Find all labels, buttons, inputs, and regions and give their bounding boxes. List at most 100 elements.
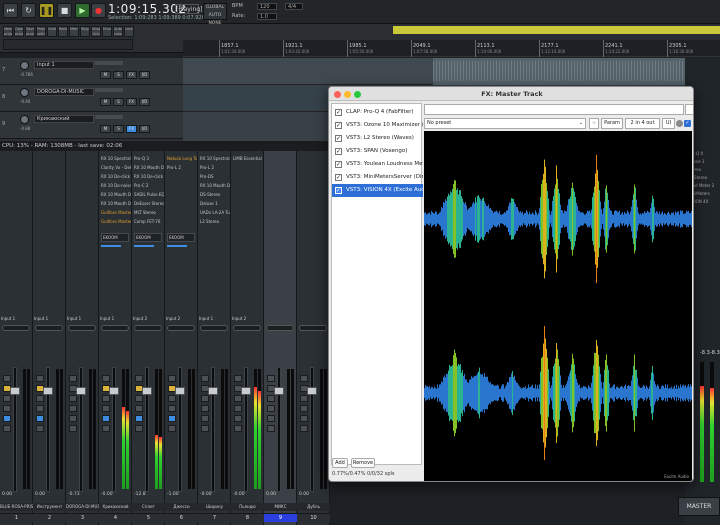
fx-slot[interactable]: RX 10 Spectral De [100,154,131,163]
mixer-strip[interactable]: Input 1 -0.73 DOROGA-DI-MUSIC 3 [66,151,99,525]
strip-button[interactable] [234,425,242,432]
fader-cap[interactable] [274,387,284,395]
fx-slot[interactable]: UADx LA-2A Tube [199,208,230,217]
strip-name[interactable]: Дубль [297,503,330,511]
track-name[interactable]: Input 1 [34,61,94,69]
fader-cap[interactable] [43,387,53,395]
fx-enable-checkbox[interactable]: ✓ [335,148,342,155]
track-button[interactable]: S [113,125,124,133]
fx-slot[interactable]: RX 10 Mouth Deci [100,199,131,208]
strip-button[interactable] [234,375,242,382]
strip-button[interactable] [168,425,176,432]
fx-slot[interactable]: LIMB Essential [232,154,263,163]
strip-button[interactable] [201,375,209,382]
track-button[interactable]: FX [126,98,137,106]
toolbar-button[interactable]: Auto crossfade [113,26,123,37]
track-button[interactable]: S [113,98,124,106]
strip-button[interactable] [36,375,44,382]
toolbar-button[interactable]: Open project [14,26,24,37]
strip-button[interactable] [102,395,110,402]
track-header[interactable]: 7 Input 1 -0.786 M S FX I/O [0,58,183,85]
strip-button[interactable] [300,415,308,422]
fader-cap[interactable] [10,387,20,395]
pan-slider[interactable] [95,61,123,65]
loop-region[interactable] [393,26,720,34]
fx-chain-item[interactable]: ✓ VST3: SPAN (Voxengo) [332,145,423,158]
strip-button[interactable] [135,395,143,402]
fx-slot[interactable]: Pro-DS [199,172,230,181]
maximize-icon[interactable] [354,91,361,98]
fx-slot[interactable]: SADiL Pulse EQP [133,190,164,199]
fx-slot[interactable]: DeEsser Stereo [133,199,164,208]
fx-slot[interactable]: RX 10 Mouth Deci [100,190,131,199]
strip-button[interactable] [168,395,176,402]
pan-control[interactable] [200,325,228,331]
strip-button[interactable] [201,415,209,422]
fader-cap[interactable] [307,387,317,395]
fx-slot[interactable]: Nebula Long Tone [166,154,197,163]
pan-control[interactable] [299,325,327,331]
fx-chain-item[interactable]: ✓ VST3: Youlean Loudness Meter 2 [332,158,423,171]
mixer-strip[interactable]: RX 10 Spectral DeClarity Vx - DeRevRX 10… [99,151,132,525]
volume-knob[interactable] [20,88,29,97]
pan-control[interactable] [35,325,63,331]
strip-button[interactable] [168,405,176,412]
track-button[interactable]: I/O [139,98,150,106]
strip-button[interactable] [3,405,11,412]
mixer-strip[interactable]: LIMB Essential Input 2 -0.00 Пьяндю 8 [231,151,264,525]
fx-slot[interactable]: Pro-L 2 [166,163,197,172]
pan-slider[interactable] [95,88,123,92]
fx-slot[interactable]: DS-Stereo [199,190,230,199]
loop-icon[interactable]: ↻ [21,3,36,18]
strip-button[interactable] [3,415,11,422]
track-name[interactable]: DOROGA-DI-MUSIC [34,88,94,96]
strip-name[interactable]: Пьяндю [231,503,264,511]
volume-fader[interactable] [310,367,314,492]
strip-button[interactable] [267,425,275,432]
strip-name[interactable]: Инструмент [33,503,66,511]
strip-button[interactable] [135,425,143,432]
volume-fader[interactable] [244,367,248,492]
toolbar-button[interactable]: Undo [47,26,57,37]
track-button[interactable]: M [100,125,111,133]
strip-button[interactable] [36,425,44,432]
fx-slot[interactable]: L2 Stereo [199,217,230,226]
strip-name[interactable]: Ширину [198,503,231,511]
go-start-icon[interactable]: ⏮ [3,3,18,18]
pan-control[interactable] [167,325,195,331]
track-button[interactable]: FX [126,125,137,133]
strip-button[interactable] [69,405,77,412]
ui-button[interactable]: UI [662,118,675,129]
toolbar-button[interactable]: Locking [124,26,134,37]
toolbar-button[interactable]: New project [3,26,13,37]
strip-name[interactable]: МИКС [264,503,297,511]
fx-slot[interactable]: RX 10 De-click [133,172,164,181]
strip-name[interactable]: Джесси [165,503,198,511]
strip-button[interactable] [3,395,11,402]
track-button[interactable]: M [100,71,111,79]
strip-button[interactable] [3,375,11,382]
fx-enable-checkbox[interactable]: ✓ [335,174,342,181]
strip-button[interactable] [201,425,209,432]
fx-slot[interactable]: MLT Stereo [133,208,164,217]
fx-enable-checkbox[interactable]: ✓ [335,161,342,168]
pan-control[interactable] [2,325,30,331]
strip-button[interactable] [69,375,77,382]
volume-fader[interactable] [145,367,149,492]
fx-chain-item[interactable]: ✓ VST3: Ozone 10 Maximizer (iZoto [332,119,423,132]
send-level[interactable] [134,245,154,247]
toolbar-button[interactable]: Snap Grid [91,26,101,37]
strip-button[interactable] [36,395,44,402]
pan-control[interactable] [68,325,96,331]
pan-control[interactable] [101,325,129,331]
bypass-icon[interactable] [676,120,683,127]
strip-button[interactable] [102,405,110,412]
play-button[interactable]: ▶ [75,3,90,18]
io-button[interactable]: 2 in 4 out [625,118,660,129]
strip-button[interactable] [135,415,143,422]
fx-enable-checkbox[interactable]: ✓ [335,109,342,116]
strip-button[interactable] [234,415,242,422]
strip-button[interactable] [102,425,110,432]
strip-button[interactable] [300,395,308,402]
volume-knob[interactable] [20,115,29,124]
